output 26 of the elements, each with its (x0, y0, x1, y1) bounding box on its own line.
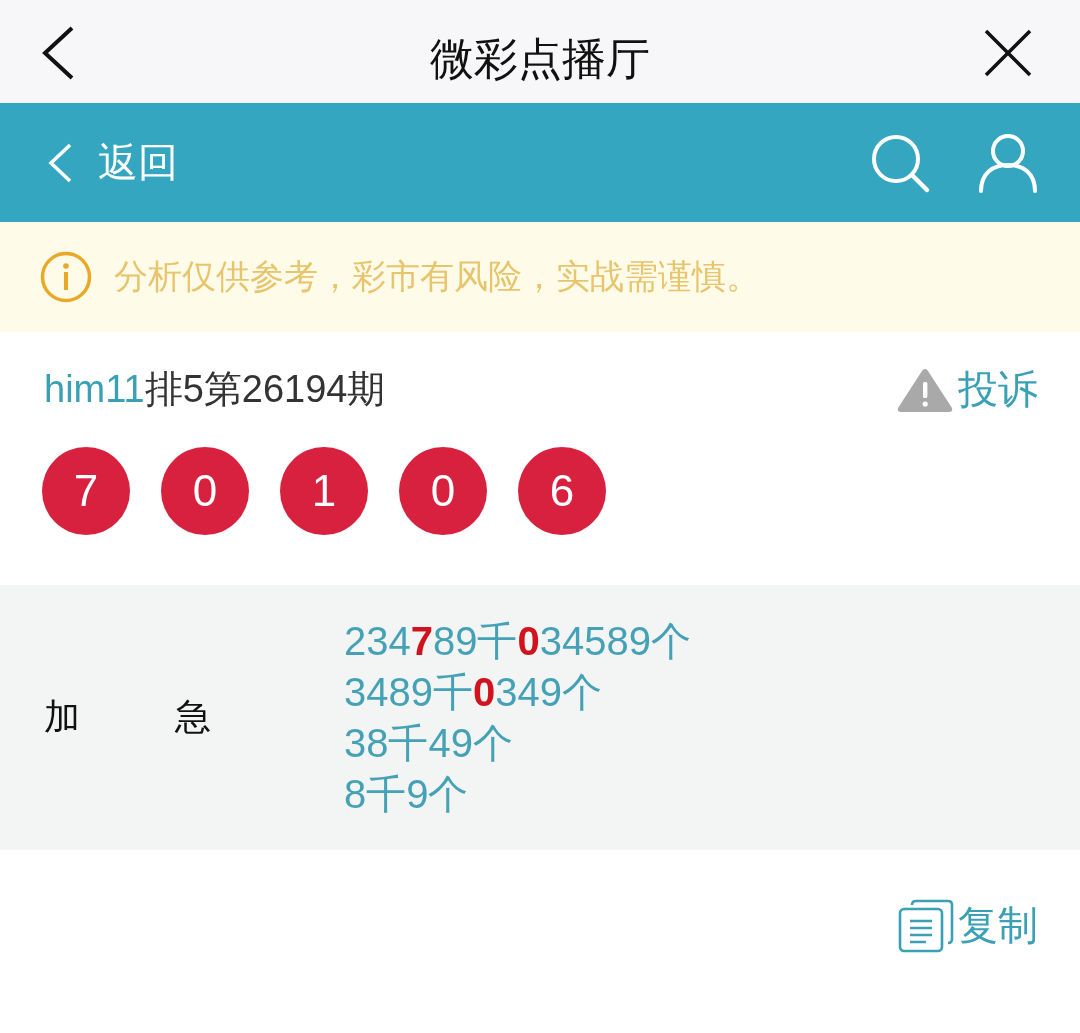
number-ball: 0 (161, 447, 249, 535)
search-icon[interactable] (870, 132, 930, 193)
prediction-line: 3489千0349个 (344, 668, 603, 716)
prediction-line: 234789千034589个 (344, 617, 691, 665)
number-ball: 1 (280, 447, 368, 535)
prediction-line: 38千49个 (344, 719, 514, 767)
prediction-line: 8千9个 (344, 770, 470, 818)
close-icon[interactable] (984, 28, 1032, 77)
user-icon[interactable] (978, 132, 1038, 193)
number-ball: 6 (518, 447, 606, 535)
window-title: 微彩点播厅 (430, 33, 650, 85)
user-name[interactable]: him11 (44, 368, 145, 411)
report-button[interactable]: 投诉 (896, 362, 1038, 417)
copy-button[interactable]: 复制 (898, 898, 1038, 953)
number-ball: 7 (42, 447, 130, 535)
issue-title: 排5第26194期 (144, 367, 386, 412)
label-text: 急 (175, 695, 212, 739)
notice-text: 分析仅供参考，彩市有风险，实战需谨慎。 (114, 256, 760, 297)
copy-icon (898, 898, 954, 953)
warning-icon (896, 366, 954, 413)
label-text: 加 (44, 695, 81, 739)
number-ball: 0 (399, 447, 487, 535)
back-button[interactable]: 返回 (46, 135, 178, 190)
chevron-left-icon (46, 142, 74, 183)
info-icon (40, 251, 92, 303)
back-icon[interactable] (40, 24, 76, 81)
